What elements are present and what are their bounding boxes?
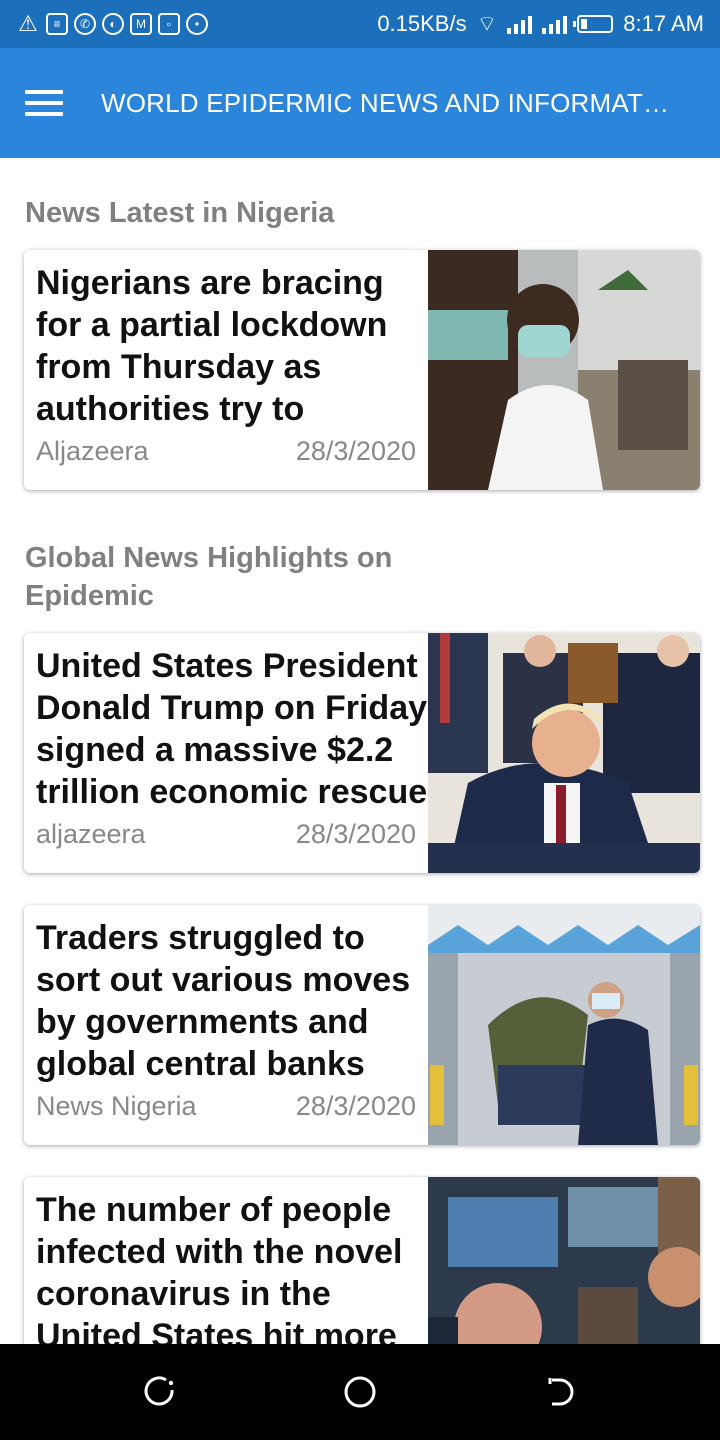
app-icon: ◐ — [102, 13, 124, 35]
network-speed: 0.15KB/s — [377, 11, 467, 36]
news-card[interactable]: United States President Donald Trump on … — [24, 633, 700, 873]
app-bar: WORLD EPIDERMIC NEWS AND INFORMATI… — [0, 48, 720, 158]
battery-icon — [573, 15, 614, 33]
section-title-global: Global News Highlights on Epidemic — [25, 542, 393, 612]
section-title-nigeria: News Latest in Nigeria — [25, 197, 335, 229]
signal-icon — [542, 14, 568, 34]
whatsapp-icon: ✆ — [74, 13, 96, 35]
clock: 8:17 AM — [623, 11, 704, 36]
card-source: aljazeera — [36, 819, 146, 849]
status-bar: ⚠ ≡ ✆ ◐ M ▫ • 0.15KB/s ⌔ 8:17 AM — [0, 0, 720, 48]
card-date: 28/3/2020 — [295, 436, 416, 466]
president-signing-bill-photo — [428, 633, 700, 873]
signal-icon — [507, 14, 533, 34]
back-icon[interactable] — [542, 1374, 578, 1410]
people-wearing-masks-photo — [428, 250, 700, 490]
system-icons: 0.15KB/s ⌔ 8:17 AM — [377, 10, 704, 38]
news-card[interactable]: Traders struggled to sort out various mo… — [24, 905, 700, 1145]
card-date: 28/3/2020 — [295, 1091, 416, 1121]
card-headline: Traders struggled to sort out various mo… — [36, 919, 411, 1083]
app-title: WORLD EPIDERMIC NEWS AND INFORMATI… — [101, 87, 671, 118]
card-headline: The number of people infected with the n… — [36, 1191, 403, 1355]
card-headline: Nigerians are bracing for a partial lock… — [36, 264, 388, 428]
message-icon: ≡ — [46, 13, 68, 35]
news-card[interactable]: Nigerians are bracing for a partial lock… — [24, 250, 700, 490]
hotspot-icon: ⌔ — [476, 11, 498, 36]
warning-icon: ⚠ — [18, 11, 38, 36]
hamburger-menu-icon[interactable] — [25, 90, 63, 116]
recents-icon[interactable] — [142, 1374, 178, 1410]
card-text: Nigerians are bracing for a partial lock… — [36, 262, 428, 432]
card-source: Aljazeera — [36, 436, 149, 466]
gallery-icon: ▫ — [158, 13, 180, 35]
card-source: News Nigeria — [36, 1091, 197, 1121]
card-text: Traders struggled to sort out various mo… — [36, 917, 428, 1087]
sync-icon: • — [186, 13, 208, 35]
card-headline: United States President Donald Trump on … — [36, 647, 428, 811]
navigation-bar — [0, 1344, 720, 1440]
card-date: 28/3/2020 — [295, 819, 416, 849]
home-icon[interactable] — [342, 1374, 378, 1410]
card-text: The number of people infected with the n… — [36, 1189, 428, 1359]
mail-icon: M — [130, 13, 152, 35]
card-text: United States President Donald Trump on … — [36, 645, 428, 815]
paramedics-ambulance-photo — [428, 905, 700, 1145]
notification-icons: ⚠ ≡ ✆ ◐ M ▫ • — [16, 13, 208, 35]
